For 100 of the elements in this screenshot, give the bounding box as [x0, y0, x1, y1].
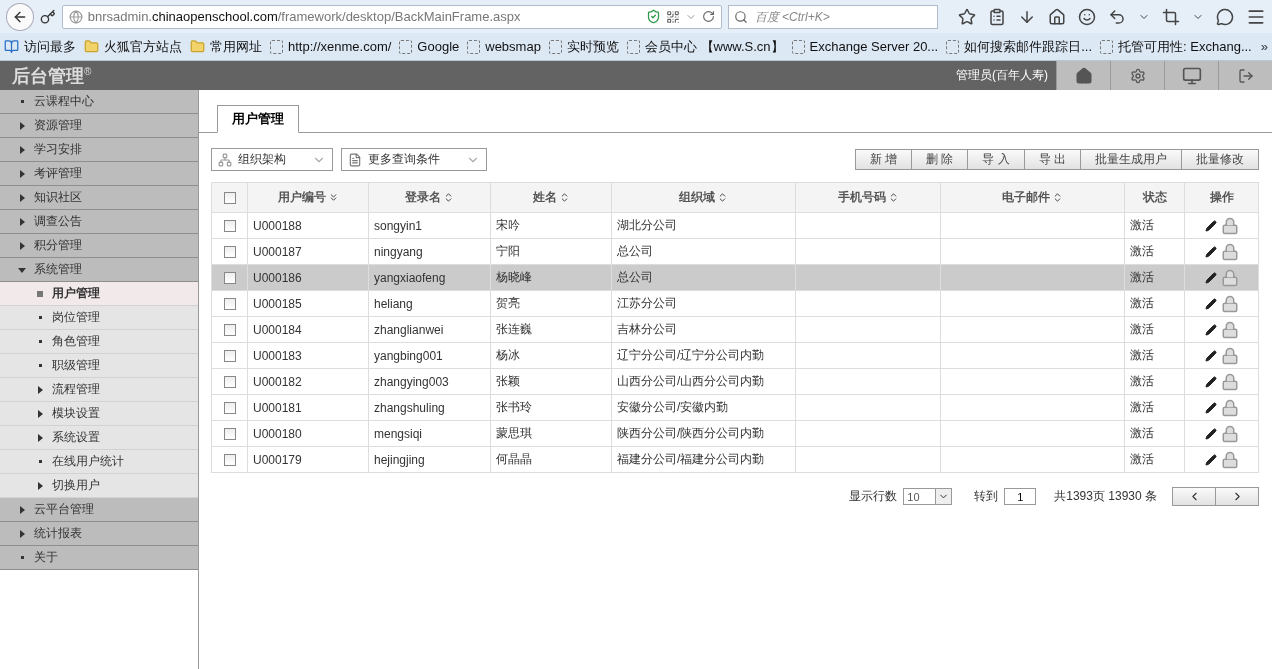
bookmark[interactable]: websmap: [467, 39, 541, 54]
bookmark[interactable]: 实时预览: [548, 37, 619, 56]
table-cell: U000184: [247, 316, 369, 343]
column-header[interactable]: 姓名: [532, 189, 570, 206]
edit-button[interactable]: [1204, 245, 1217, 258]
lock-icon: [1220, 346, 1239, 365]
sidebar-subitem[interactable]: 在线用户统计: [0, 450, 198, 474]
action-button[interactable]: 导 入: [967, 149, 1025, 170]
action-button[interactable]: 新 增: [854, 149, 912, 170]
sidebar-subitem[interactable]: 切换用户: [0, 474, 198, 498]
blank-page-icon: [946, 39, 960, 54]
search-field[interactable]: 百度 <Ctrl+K>: [727, 4, 938, 29]
list-icon: [348, 152, 362, 167]
sidebar-item[interactable]: 学习安排: [0, 138, 198, 162]
checkbox[interactable]: [223, 272, 236, 285]
action-button[interactable]: 删 除: [910, 149, 969, 170]
sidebar-item[interactable]: 调查公告: [0, 210, 198, 234]
action-button[interactable]: 批量生成用户: [1080, 149, 1182, 170]
sidebar-subitem[interactable]: 流程管理: [0, 378, 198, 402]
action-button[interactable]: 批量修改: [1181, 149, 1259, 170]
action-button[interactable]: 导 出: [1023, 149, 1081, 170]
sidebar-item[interactable]: 关于: [0, 546, 198, 570]
folder-icon: [190, 39, 205, 54]
checkbox[interactable]: [223, 454, 236, 467]
bookmark[interactable]: 如何搜索邮件跟踪日...: [946, 37, 1093, 56]
checkbox[interactable]: [223, 428, 236, 441]
edit-button[interactable]: [1204, 271, 1217, 284]
bookmark[interactable]: http://xenme.com/: [270, 39, 392, 54]
edit-button[interactable]: [1204, 401, 1217, 414]
pencil-icon: [1204, 271, 1217, 284]
table-cell: U000182: [247, 368, 369, 395]
sidebar-item[interactable]: 积分管理: [0, 234, 198, 258]
checkbox[interactable]: [223, 350, 236, 363]
pencil-icon: [1204, 323, 1217, 336]
sidebar-item[interactable]: 资源管理: [0, 114, 198, 138]
checkbox[interactable]: [223, 324, 236, 337]
blank-page-icon: [791, 39, 805, 54]
sidebar-subitem[interactable]: 角色管理: [0, 330, 198, 354]
bookmark[interactable]: 托管可用性: Exchang...: [1100, 37, 1252, 56]
next-page-button[interactable]: [1215, 487, 1259, 506]
checkbox[interactable]: [223, 298, 236, 311]
page-input[interactable]: 1: [1004, 488, 1037, 505]
column-header[interactable]: 电子邮件: [1002, 189, 1063, 206]
table-cell: U000183: [247, 342, 369, 369]
edit-button[interactable]: [1204, 349, 1217, 362]
logout-button[interactable]: [1218, 61, 1272, 90]
address-field[interactable]: bnrsadmin.chinaopenschool.com/framework/desktop/BackMainFrame.aspx: [61, 4, 722, 29]
table-cell: 福建分公司/福建分公司内勤: [611, 446, 796, 473]
bookmark[interactable]: 火狐官方站点: [84, 37, 182, 56]
sort-icon: [717, 192, 728, 203]
table-cell: 何晶晶: [490, 446, 612, 473]
sidebar-item[interactable]: 统计报表: [0, 522, 198, 546]
checkbox[interactable]: [223, 192, 236, 205]
sidebar-item[interactable]: 云课程中心: [0, 90, 198, 114]
home-button[interactable]: [1056, 61, 1110, 90]
sidebar-subitem[interactable]: 岗位管理: [0, 306, 198, 330]
user-name: 管理员(百年人寿): [956, 67, 1049, 84]
globe-icon: [68, 9, 83, 24]
table-cell: 杨晓峰: [490, 264, 612, 291]
edit-button[interactable]: [1204, 375, 1217, 388]
table-cell: 吉林分公司: [611, 316, 796, 343]
checkbox[interactable]: [223, 376, 236, 389]
sidebar-item[interactable]: 知识社区: [0, 186, 198, 210]
bookmark[interactable]: 常用网址: [190, 37, 262, 56]
bookmark[interactable]: Google: [399, 39, 460, 54]
prev-page-button[interactable]: [1172, 487, 1216, 506]
overflow-chevron[interactable]: »: [1260, 39, 1268, 54]
sidebar-subitem[interactable]: 用户管理: [0, 282, 198, 306]
shield-icon: [645, 9, 661, 24]
bookmark[interactable]: Exchange Server 20...: [791, 39, 939, 54]
table-cell: 安徽分公司/安徽内勤: [611, 394, 796, 421]
screen-button[interactable]: [1164, 61, 1218, 90]
tab[interactable]: 用户管理: [217, 105, 299, 133]
filter-dropdown[interactable]: 组织架构: [211, 148, 333, 171]
table-cell: 辽宁分公司/辽宁分公司内勤: [611, 342, 796, 369]
checkbox[interactable]: [223, 402, 236, 415]
sidebar-subitem[interactable]: 模块设置: [0, 402, 198, 426]
back-button[interactable]: [6, 2, 34, 31]
edit-button[interactable]: [1204, 219, 1217, 232]
sidebar-item[interactable]: 系统管理: [0, 258, 198, 282]
table-cell: 杨冰: [490, 342, 612, 369]
sidebar-subitem[interactable]: 职级管理: [0, 354, 198, 378]
column-header[interactable]: 组织域: [679, 189, 728, 206]
settings-button[interactable]: [1110, 61, 1164, 90]
edit-button[interactable]: [1204, 323, 1217, 336]
sidebar-item[interactable]: 考评管理: [0, 162, 198, 186]
edit-button[interactable]: [1204, 297, 1217, 310]
checkbox[interactable]: [223, 246, 236, 259]
lock-icon: [1220, 450, 1239, 469]
edit-button[interactable]: [1204, 453, 1217, 466]
filter-dropdown[interactable]: 更多查询条件: [341, 148, 487, 171]
sidebar-item[interactable]: 云平台管理: [0, 498, 198, 522]
column-header[interactable]: 操作: [1209, 189, 1234, 206]
home-icon: [1048, 7, 1066, 26]
sidebar-subitem[interactable]: 系统设置: [0, 426, 198, 450]
rows-select[interactable]: 10: [903, 488, 953, 505]
bookmark[interactable]: 访问最多: [4, 37, 76, 56]
bookmark[interactable]: 会员中心 【www.S.cn】: [626, 37, 784, 56]
checkbox[interactable]: [223, 220, 236, 233]
edit-button[interactable]: [1204, 427, 1217, 440]
